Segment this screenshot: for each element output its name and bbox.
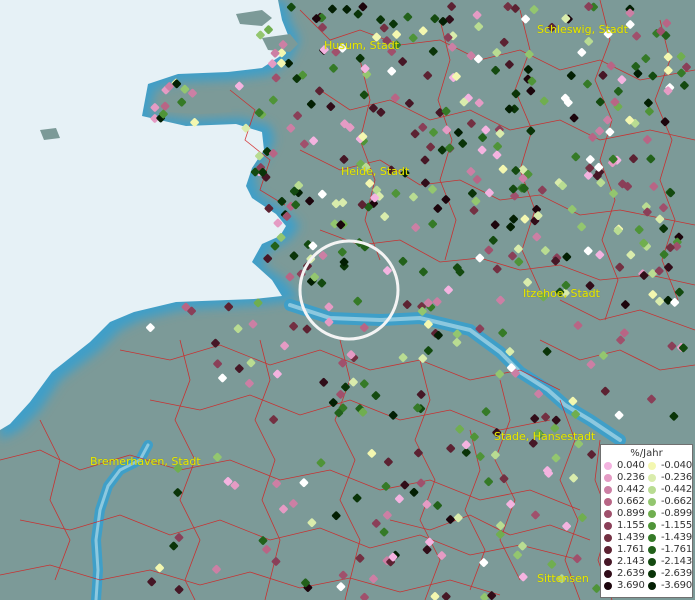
legend-positive-swatch xyxy=(604,510,612,518)
city-label-schleswig: Schleswig, Stadt xyxy=(537,23,628,36)
legend-positive-swatch xyxy=(604,522,612,530)
legend-negative-swatch xyxy=(647,570,656,578)
legend-positive-swatch xyxy=(604,462,612,470)
legend-positive-label: 0.040 xyxy=(617,460,645,471)
legend-positive-swatch xyxy=(604,582,612,590)
legend-positive-column: 0.040 0.236 0.442 0.662 0.899 1.155 1.439 1.761… xyxy=(604,460,648,592)
legend-negative-label: -1.155 xyxy=(660,520,692,531)
legend-negative-swatch xyxy=(647,558,656,566)
legend-negative-label: -3.690 xyxy=(660,580,692,591)
legend-negative-swatch xyxy=(647,582,656,590)
legend-negative-swatch xyxy=(647,474,656,482)
legend-negative-swatch xyxy=(647,510,656,518)
legend-positive-row: 1.761 xyxy=(604,544,648,556)
legend-negative-label: -2.639 xyxy=(660,568,692,579)
map-canvas[interactable] xyxy=(0,0,695,600)
legend-negative-row: -0.040 xyxy=(647,460,692,472)
legend-negative-swatch xyxy=(647,486,656,494)
legend-positive-row: 0.662 xyxy=(604,496,648,508)
legend-positive-swatch xyxy=(604,498,612,506)
legend-negative-column: -0.040 -0.236 -0.442 -0.662 -0.899 -1.155 -1.4… xyxy=(647,460,692,592)
legend-negative-swatch xyxy=(647,462,656,470)
legend-negative-row: -0.236 xyxy=(647,472,692,484)
legend-positive-row: 0.442 xyxy=(604,484,648,496)
legend-positive-label: 2.143 xyxy=(617,556,645,567)
legend-negative-swatch xyxy=(647,522,656,530)
legend-positive-label: 0.662 xyxy=(617,496,645,507)
legend-positive-swatch xyxy=(604,558,612,566)
legend-negative-row: -2.143 xyxy=(647,556,692,568)
legend-negative-label: -0.040 xyxy=(660,460,692,471)
legend-positive-swatch xyxy=(604,486,612,494)
legend-positive-row: 0.040 xyxy=(604,460,648,472)
legend-positive-row: 2.143 xyxy=(604,556,648,568)
legend-positive-label: 2.639 xyxy=(617,568,645,579)
legend-negative-row: -0.899 xyxy=(647,508,692,520)
legend-positive-row: 0.899 xyxy=(604,508,648,520)
legend-negative-label: -0.442 xyxy=(660,484,692,495)
legend-negative-label: -0.899 xyxy=(660,508,692,519)
legend-positive-row: 0.236 xyxy=(604,472,648,484)
legend-positive-label: 1.155 xyxy=(617,520,645,531)
legend-positive-row: 3.690 xyxy=(604,580,648,592)
legend-negative-label: -1.761 xyxy=(660,544,692,555)
legend-negative-label: -0.662 xyxy=(660,496,692,507)
legend-negative-row: -0.442 xyxy=(647,484,692,496)
legend-positive-swatch xyxy=(604,534,612,542)
legend-positive-label: 0.236 xyxy=(617,472,645,483)
legend-positive-swatch xyxy=(604,570,612,578)
legend: %/Jahr 0.040 0.236 0.442 0.662 0.899 1.155 1.4… xyxy=(600,444,693,598)
city-label-stade: Stade, Hansestadt xyxy=(494,430,596,443)
legend-negative-swatch xyxy=(647,498,656,506)
city-label-heide: Heide, Stadt xyxy=(341,165,410,178)
legend-positive-label: 1.439 xyxy=(617,532,645,543)
legend-negative-swatch xyxy=(647,546,656,554)
city-label-bremerhaven: Bremerhaven, Stadt xyxy=(90,455,201,468)
legend-negative-label: -0.236 xyxy=(660,472,692,483)
legend-positive-row: 1.155 xyxy=(604,520,648,532)
city-label-itzehoe: Itzehoe, Stadt xyxy=(523,287,600,300)
legend-title: %/Jahr xyxy=(630,448,663,459)
city-label-sittensen: Sittensen xyxy=(537,572,589,585)
legend-negative-swatch xyxy=(647,534,656,542)
legend-positive-label: 1.761 xyxy=(617,544,645,555)
legend-negative-row: -2.639 xyxy=(647,568,692,580)
legend-negative-label: -2.143 xyxy=(660,556,692,567)
legend-negative-row: -1.155 xyxy=(647,520,692,532)
legend-positive-row: 2.639 xyxy=(604,568,648,580)
legend-positive-label: 0.442 xyxy=(617,484,645,495)
legend-positive-label: 3.690 xyxy=(617,580,645,591)
legend-negative-label: -1.439 xyxy=(660,532,692,543)
legend-positive-swatch xyxy=(604,474,612,482)
legend-negative-row: -1.761 xyxy=(647,544,692,556)
city-label-husum: Husum, Stadt xyxy=(324,39,399,52)
legend-positive-swatch xyxy=(604,546,612,554)
legend-negative-row: -0.662 xyxy=(647,496,692,508)
legend-negative-row: -1.439 xyxy=(647,532,692,544)
legend-negative-row: -3.690 xyxy=(647,580,692,592)
legend-positive-label: 0.899 xyxy=(617,508,645,519)
legend-positive-row: 1.439 xyxy=(604,532,648,544)
